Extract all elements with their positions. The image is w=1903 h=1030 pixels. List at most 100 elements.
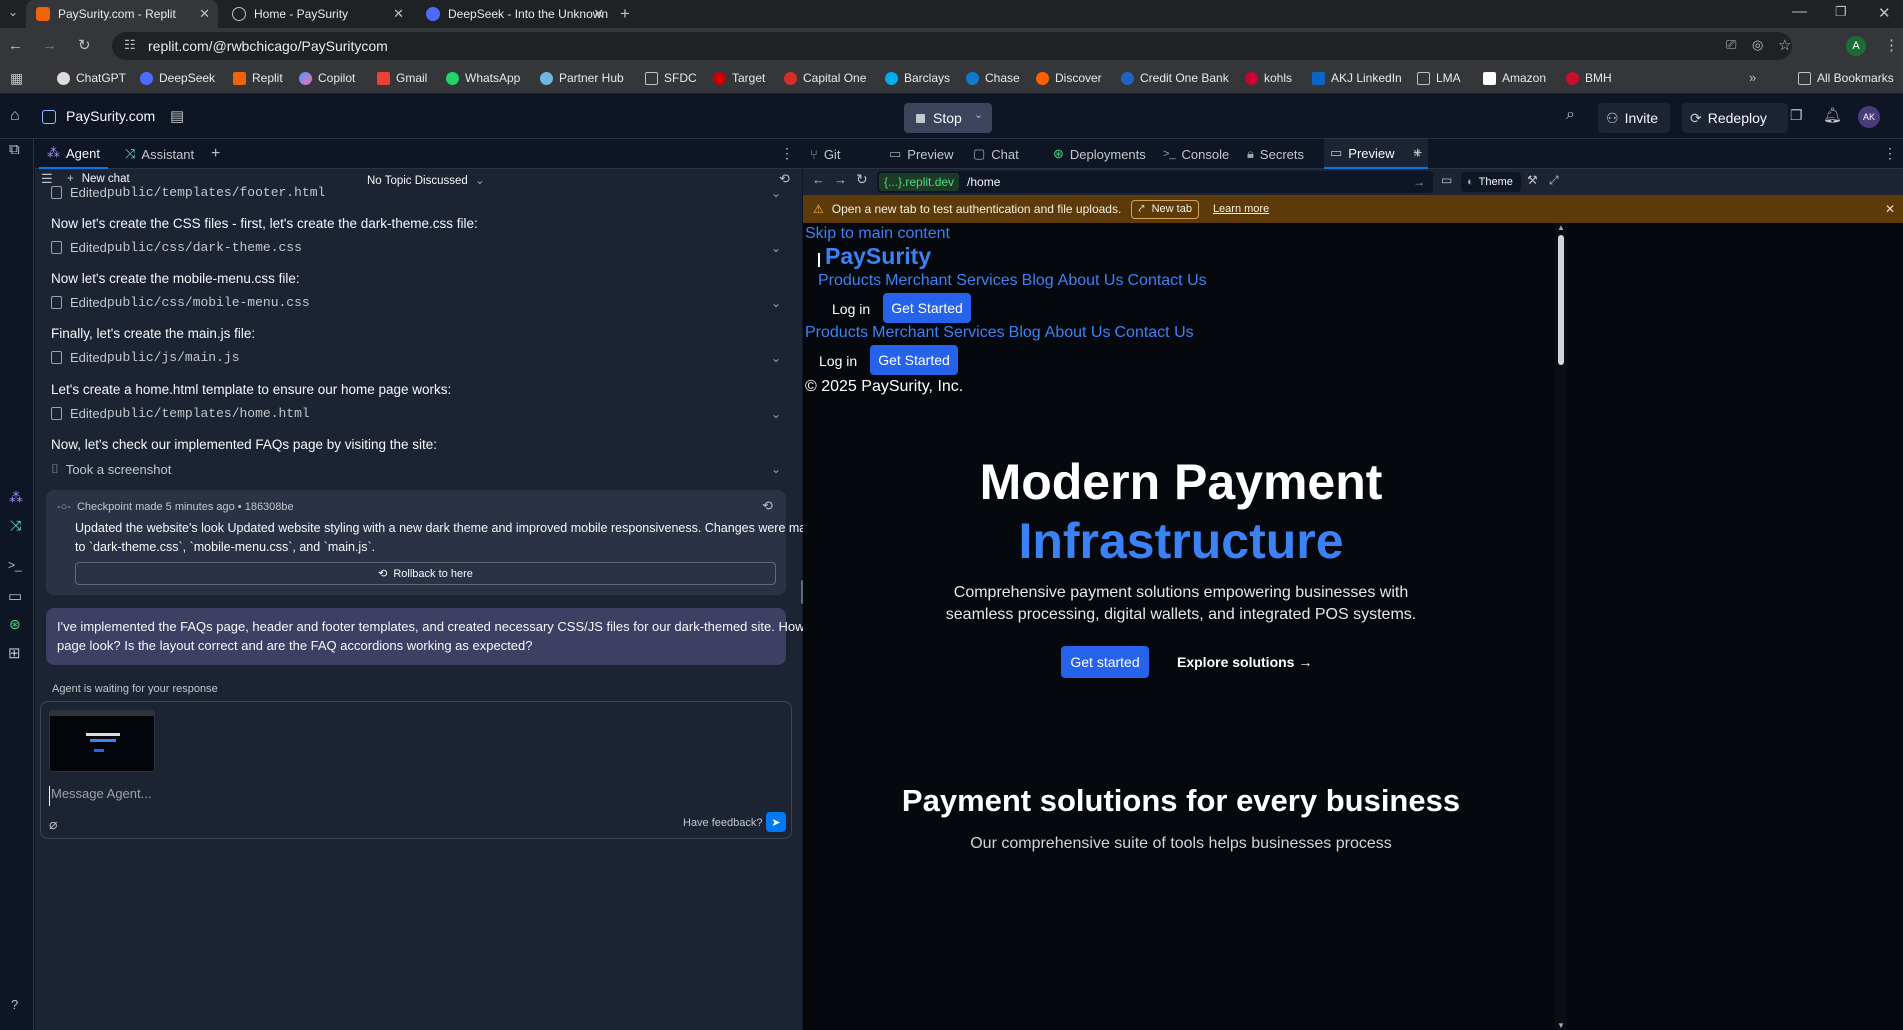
edited-file-row[interactable]: Edited public/templates/footer.html ⌄ bbox=[51, 185, 781, 200]
nav-link-contact-us[interactable]: Contact Us bbox=[1127, 272, 1206, 290]
login-link[interactable]: Log in bbox=[832, 301, 870, 317]
back-icon[interactable]: ← bbox=[8, 37, 23, 54]
bookmark-credit-one[interactable]: Credit One Bank bbox=[1121, 71, 1229, 85]
message-input[interactable]: Message Agent... bbox=[49, 786, 779, 806]
chevron-down-icon[interactable]: ⌄ bbox=[771, 241, 781, 255]
edited-file-row[interactable]: Edited public/templates/home.html ⌄ bbox=[51, 406, 781, 421]
invite-button[interactable]: ⚇ Invite bbox=[1598, 103, 1670, 133]
bookmark-chatgpt[interactable]: ChatGPT bbox=[57, 71, 126, 85]
bookmark-capital-one[interactable]: Capital One bbox=[784, 71, 866, 85]
preview-url-field[interactable]: {...}.replit.dev /home → bbox=[877, 171, 1433, 193]
nav-link-blog[interactable]: Blog bbox=[1022, 272, 1054, 290]
attach-paperclip-icon[interactable]: ⌀ bbox=[49, 816, 57, 833]
chevron-down-icon[interactable]: ⌄ bbox=[771, 296, 781, 310]
open-external-icon[interactable]: ⤢ bbox=[1549, 173, 1559, 188]
user-avatar[interactable]: AK bbox=[1858, 106, 1880, 128]
chevron-down-icon[interactable]: ⌄ bbox=[771, 351, 781, 365]
nav-link-contact-us[interactable]: Contact Us bbox=[1114, 324, 1193, 342]
send-button[interactable]: ➤ bbox=[766, 812, 786, 832]
home-icon[interactable]: ⌂ bbox=[10, 107, 20, 125]
new-chat-button[interactable]: + New chat bbox=[67, 173, 130, 185]
nav-link-about-us[interactable]: About Us bbox=[1058, 272, 1124, 290]
forward-icon[interactable]: → bbox=[42, 37, 57, 54]
add-tab-icon[interactable]: + bbox=[1413, 145, 1422, 163]
theme-button[interactable]: ◐ Theme bbox=[1461, 172, 1521, 192]
all-bookmarks[interactable]: All Bookmarks bbox=[1798, 71, 1894, 85]
device-toggle-icon[interactable]: ▭ bbox=[1441, 173, 1452, 187]
agent-icon[interactable]: ⁂ bbox=[9, 489, 23, 506]
nav-link-merchant-services[interactable]: Merchant Services bbox=[885, 272, 1018, 290]
edited-file-row[interactable]: Edited public/css/dark-theme.css ⌄ bbox=[51, 240, 781, 255]
kebab-menu-icon[interactable]: ⋮ bbox=[1884, 36, 1899, 54]
go-arrow-icon[interactable]: → bbox=[1413, 175, 1425, 189]
project-info-icon[interactable]: ▤ bbox=[170, 107, 184, 125]
tab-secrets[interactable]: 🔒︎ Secrets bbox=[1247, 139, 1304, 169]
bookmark-chase[interactable]: Chase bbox=[966, 71, 1020, 85]
forward-icon[interactable]: → bbox=[834, 172, 847, 187]
deployments-icon[interactable]: ⊛ bbox=[9, 616, 21, 633]
site-info-icon[interactable]: ☷ bbox=[124, 37, 136, 53]
bookmark-lma[interactable]: LMA bbox=[1417, 71, 1461, 85]
bookmark-copilot[interactable]: Copilot bbox=[299, 71, 355, 85]
tab-agent[interactable]: ⁂ Agent bbox=[39, 139, 108, 169]
nav-link-merchant-services[interactable]: Merchant Services bbox=[872, 324, 1005, 342]
bookmark-sfdc[interactable]: SFDC bbox=[645, 71, 697, 85]
browser-tab-replit[interactable]: PaySurity.com - Replit ✕ bbox=[26, 0, 218, 28]
pane-menu-icon[interactable]: ⋮ bbox=[780, 145, 794, 162]
preview-monitor-icon[interactable]: ▭ bbox=[8, 587, 22, 605]
bookmark-amazon[interactable]: Amazon bbox=[1483, 71, 1546, 85]
skip-to-content-link[interactable]: Skip to main content bbox=[805, 225, 950, 243]
project-name[interactable]: PaySurity.com bbox=[66, 108, 155, 124]
bookmark-gmail[interactable]: Gmail bbox=[377, 71, 427, 85]
nav-link-products[interactable]: Products bbox=[818, 272, 881, 290]
close-icon[interactable]: ✕ bbox=[199, 6, 210, 22]
attached-screenshot-thumbnail[interactable] bbox=[49, 710, 155, 772]
preview-scrollbar[interactable]: ▲ ▼ bbox=[1555, 223, 1567, 1030]
close-icon[interactable]: ✕ bbox=[1885, 202, 1895, 216]
new-tab-icon[interactable]: + bbox=[620, 4, 630, 24]
learn-more-link[interactable]: Learn more bbox=[1213, 203, 1269, 215]
tab-git[interactable]: ⑂ Git bbox=[810, 139, 840, 169]
get-started-button[interactable]: Get Started bbox=[883, 293, 971, 323]
bookmark-discover[interactable]: Discover bbox=[1036, 71, 1102, 85]
assistant-icon[interactable]: ⤨ bbox=[10, 517, 21, 534]
bookmark-deepseek[interactable]: DeepSeek bbox=[140, 71, 215, 85]
all-tools-icon[interactable]: ⊞ bbox=[8, 644, 21, 662]
back-icon[interactable]: ← bbox=[812, 172, 825, 187]
eye-off-icon[interactable]: ◎ bbox=[1752, 37, 1763, 53]
rollback-button[interactable]: ⟲ Rollback to here bbox=[75, 562, 776, 585]
bookmark-bmh[interactable]: BMH bbox=[1566, 71, 1612, 85]
url-field[interactable]: ☷ replit.com/@rwbchicago/PaySuritycom ⎚ … bbox=[112, 32, 1792, 60]
copy-icon[interactable]: ❐ bbox=[1790, 107, 1803, 124]
bookmark-whatsapp[interactable]: WhatsApp bbox=[446, 71, 520, 85]
minimize-icon[interactable]: — bbox=[1792, 3, 1807, 20]
search-icon[interactable]: ⌕ bbox=[1566, 106, 1575, 124]
profile-avatar[interactable]: A bbox=[1846, 36, 1866, 56]
chevron-down-icon[interactable]: ⌄ bbox=[771, 407, 781, 421]
feedback-link[interactable]: Have feedback? bbox=[683, 817, 763, 829]
bookmark-target[interactable]: Target bbox=[713, 71, 765, 85]
scroll-down-icon[interactable]: ▼ bbox=[1557, 1021, 1565, 1030]
screenshot-row[interactable]: ⌷ Took a screenshot ⌄ bbox=[51, 461, 781, 477]
close-icon[interactable]: ✕ bbox=[593, 6, 604, 22]
tab-console[interactable]: >_ Console bbox=[1163, 139, 1229, 169]
install-app-icon[interactable]: ⎚ bbox=[1726, 37, 1736, 53]
window-close-icon[interactable]: ✕ bbox=[1878, 4, 1891, 22]
add-tab-icon[interactable]: + bbox=[211, 145, 220, 163]
nav-link-blog[interactable]: Blog bbox=[1009, 324, 1041, 342]
bookmark-replit[interactable]: Replit bbox=[233, 71, 283, 85]
tab-deployments[interactable]: ⊛ Deployments bbox=[1053, 139, 1146, 169]
nav-link-products[interactable]: Products bbox=[805, 324, 868, 342]
bookmark-barclays[interactable]: Barclays bbox=[885, 71, 950, 85]
restore-icon[interactable]: ❐ bbox=[1835, 4, 1847, 20]
browser-tab-deepseek[interactable]: DeepSeek - Into the Unknown ✕ bbox=[416, 0, 612, 28]
tab-assistant[interactable]: ⤨ Assistant bbox=[117, 139, 202, 169]
get-started-button-mobile[interactable]: Get Started bbox=[870, 345, 958, 375]
devtools-icon[interactable]: ⚒ bbox=[1527, 173, 1538, 187]
run-menu-chevron-icon[interactable]: ⌄ bbox=[974, 108, 983, 121]
shell-icon[interactable]: >_ bbox=[8, 558, 22, 572]
site-logo[interactable]: PaySurity bbox=[825, 243, 931, 270]
edited-file-row[interactable]: Edited public/js/main.js ⌄ bbox=[51, 350, 781, 365]
explore-solutions-link[interactable]: Explore solutions → bbox=[1177, 654, 1312, 670]
chevron-down-icon[interactable]: ⌄ bbox=[771, 186, 781, 200]
